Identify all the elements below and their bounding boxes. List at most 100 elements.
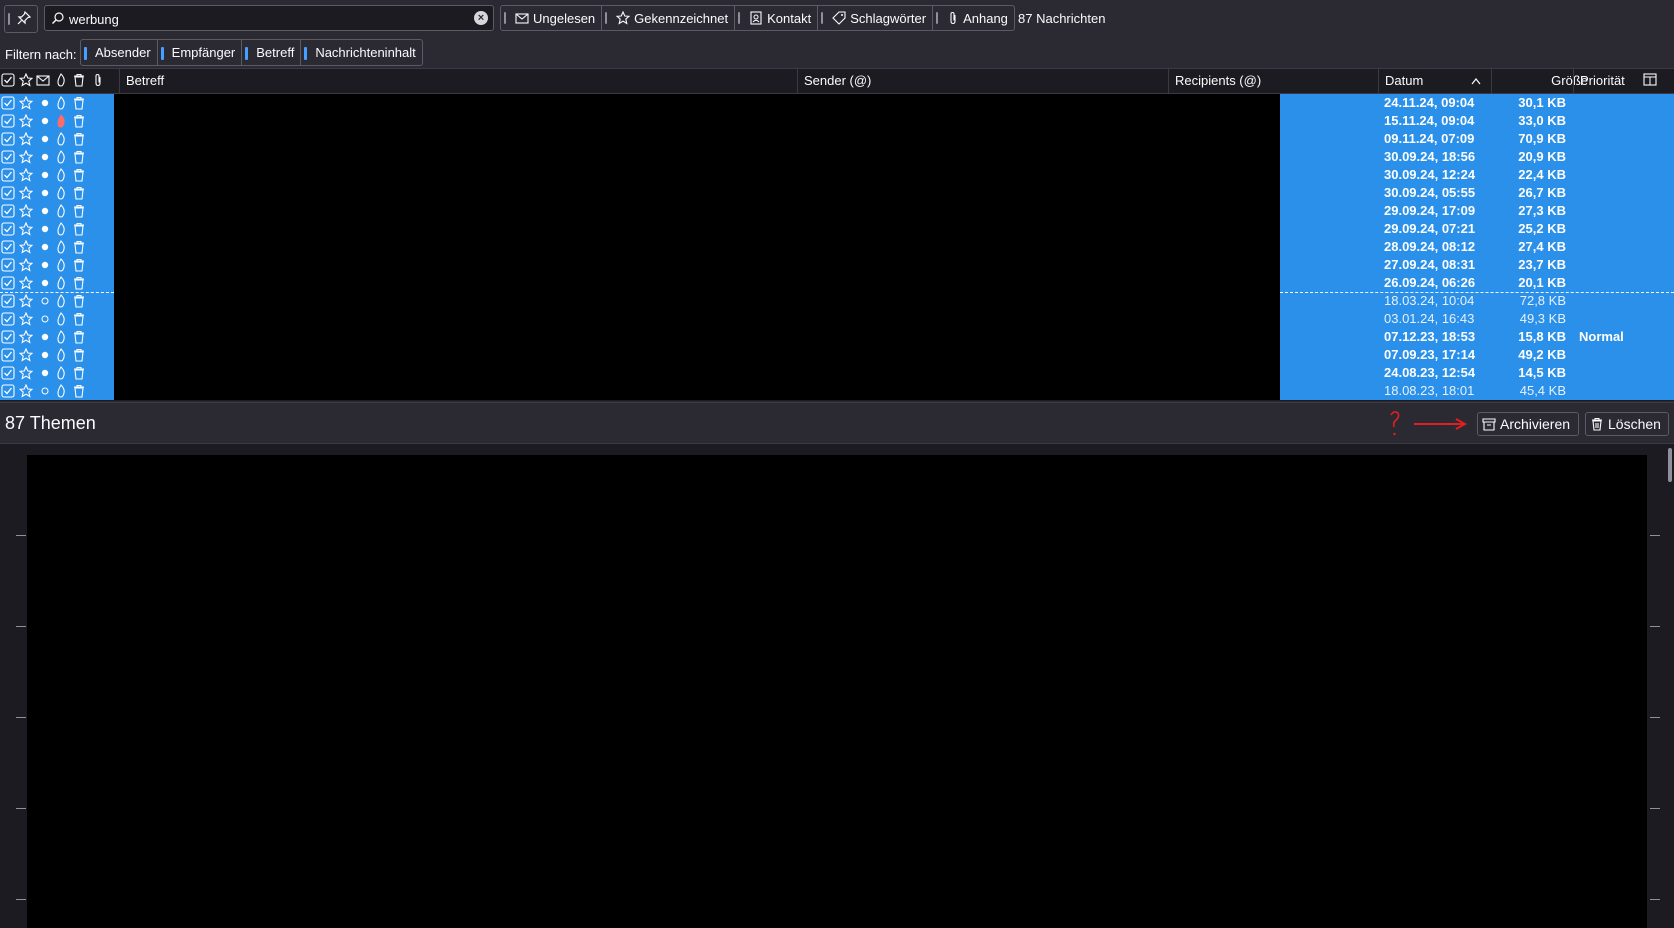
read-status-column-icon[interactable]	[36, 73, 50, 87]
trash-icon[interactable]	[72, 114, 86, 128]
column-subject[interactable]: Betreff	[119, 69, 796, 93]
unread-dot-icon[interactable]	[38, 258, 52, 272]
pin-filter-button[interactable]	[4, 5, 38, 33]
star-icon[interactable]	[19, 384, 33, 398]
row-checkbox-icon[interactable]	[1, 384, 15, 398]
star-icon[interactable]	[19, 204, 33, 218]
unread-dot-icon[interactable]	[38, 168, 52, 182]
row-checkbox-icon[interactable]	[1, 222, 15, 236]
row-checkbox-icon[interactable]	[1, 258, 15, 272]
row-checkbox-icon[interactable]	[1, 150, 15, 164]
message-row[interactable]: 24.08.23, 12:54 14,5 KB	[0, 364, 1674, 382]
message-row[interactable]: 07.12.23, 18:53 15,8 KB Normal	[0, 328, 1674, 346]
junk-column-icon[interactable]	[54, 73, 68, 87]
unread-dot-icon[interactable]	[38, 132, 52, 146]
star-icon[interactable]	[19, 240, 33, 254]
tags-filter-button[interactable]: Schlagwörter	[818, 6, 934, 30]
star-icon[interactable]	[19, 294, 33, 308]
row-checkbox-icon[interactable]	[1, 186, 15, 200]
junk-flame-icon[interactable]	[54, 330, 68, 344]
read-circle-icon[interactable]	[38, 294, 52, 308]
star-icon[interactable]	[19, 348, 33, 362]
junk-flame-icon[interactable]	[54, 294, 68, 308]
junk-flame-icon[interactable]	[54, 132, 68, 146]
trash-icon[interactable]	[72, 330, 86, 344]
unread-dot-icon[interactable]	[38, 366, 52, 380]
junk-flame-icon[interactable]	[54, 222, 68, 236]
message-row[interactable]: 07.09.23, 17:14 49,2 KB	[0, 346, 1674, 364]
message-row[interactable]: 09.11.24, 07:09 70,9 KB	[0, 130, 1674, 148]
message-row[interactable]: 18.03.24, 10:04 72,8 KB	[0, 292, 1674, 311]
trash-icon[interactable]	[72, 150, 86, 164]
message-row[interactable]: 26.09.24, 06:26 20,1 KB	[0, 274, 1674, 292]
junk-flame-icon[interactable]	[54, 258, 68, 272]
unread-dot-icon[interactable]	[38, 96, 52, 110]
message-row[interactable]: 15.11.24, 09:04 33,0 KB	[0, 112, 1674, 130]
row-checkbox-icon[interactable]	[1, 294, 15, 308]
column-date[interactable]: Datum	[1378, 69, 1490, 93]
trash-icon[interactable]	[72, 258, 86, 272]
attachment-column-icon[interactable]	[91, 73, 105, 87]
trash-icon[interactable]	[72, 294, 86, 308]
row-checkbox-icon[interactable]	[1, 240, 15, 254]
trash-icon[interactable]	[72, 276, 86, 290]
star-icon[interactable]	[19, 132, 33, 146]
star-icon[interactable]	[19, 222, 33, 236]
junk-flame-icon[interactable]	[54, 168, 68, 182]
message-row[interactable]: 24.11.24, 09:04 30,1 KB	[0, 94, 1674, 112]
filter-body-toggle[interactable]: Nachrichteninhalt	[301, 40, 421, 65]
junk-flame-icon[interactable]	[54, 384, 68, 398]
star-icon[interactable]	[19, 168, 33, 182]
delete-column-icon[interactable]	[72, 73, 86, 87]
junk-flame-icon[interactable]	[54, 312, 68, 326]
trash-icon[interactable]	[72, 312, 86, 326]
unread-dot-icon[interactable]	[38, 150, 52, 164]
star-icon[interactable]	[19, 150, 33, 164]
filter-recipient-toggle[interactable]: Empfänger	[158, 40, 243, 65]
junk-flame-icon[interactable]	[54, 186, 68, 200]
trash-icon[interactable]	[72, 366, 86, 380]
row-checkbox-icon[interactable]	[1, 168, 15, 182]
row-checkbox-icon[interactable]	[1, 132, 15, 146]
star-icon[interactable]	[19, 330, 33, 344]
star-icon[interactable]	[19, 186, 33, 200]
message-row[interactable]: 29.09.24, 17:09 27,3 KB	[0, 202, 1674, 220]
message-row[interactable]: 30.09.24, 18:56 20,9 KB	[0, 148, 1674, 166]
message-row[interactable]: 28.09.24, 08:12 27,4 KB	[0, 238, 1674, 256]
junk-flame-icon[interactable]	[54, 150, 68, 164]
read-circle-icon[interactable]	[38, 312, 52, 326]
row-checkbox-icon[interactable]	[1, 114, 15, 128]
column-picker-icon[interactable]	[1643, 73, 1657, 87]
select-all-checkbox-icon[interactable]	[1, 73, 15, 87]
read-circle-icon[interactable]	[38, 384, 52, 398]
search-field[interactable]: werbung ×	[44, 5, 494, 31]
trash-icon[interactable]	[72, 240, 86, 254]
star-icon[interactable]	[19, 114, 33, 128]
star-icon[interactable]	[19, 312, 33, 326]
message-row[interactable]: 27.09.24, 08:31 23,7 KB	[0, 256, 1674, 274]
message-row[interactable]: 30.09.24, 12:24 22,4 KB	[0, 166, 1674, 184]
clear-search-icon[interactable]: ×	[474, 11, 488, 25]
message-row[interactable]: 18.08.23, 18:01 45,4 KB	[0, 382, 1674, 400]
star-icon[interactable]	[19, 258, 33, 272]
row-checkbox-icon[interactable]	[1, 330, 15, 344]
row-checkbox-icon[interactable]	[1, 96, 15, 110]
unread-dot-icon[interactable]	[38, 348, 52, 362]
trash-icon[interactable]	[72, 168, 86, 182]
attachment-filter-button[interactable]: Anhang	[933, 6, 1014, 30]
search-input[interactable]: werbung	[69, 12, 119, 27]
star-column-icon[interactable]	[19, 73, 33, 87]
starred-filter-button[interactable]: Gekennzeichnet	[602, 6, 736, 30]
filter-sender-toggle[interactable]: Absender	[81, 40, 158, 65]
message-list[interactable]: 24.11.24, 09:04 30,1 KB 15.11.24, 09:04 33,…	[0, 94, 1674, 401]
trash-icon[interactable]	[72, 348, 86, 362]
archive-button[interactable]: Archivieren	[1477, 412, 1579, 436]
unread-dot-icon[interactable]	[38, 204, 52, 218]
preview-scrollbar-thumb[interactable]	[1668, 448, 1672, 482]
unread-dot-icon[interactable]	[38, 240, 52, 254]
unread-dot-icon[interactable]	[38, 222, 52, 236]
unread-dot-icon[interactable]	[38, 186, 52, 200]
star-icon[interactable]	[19, 96, 33, 110]
junk-flame-icon[interactable]	[54, 366, 68, 380]
junk-flame-icon[interactable]	[54, 114, 68, 128]
